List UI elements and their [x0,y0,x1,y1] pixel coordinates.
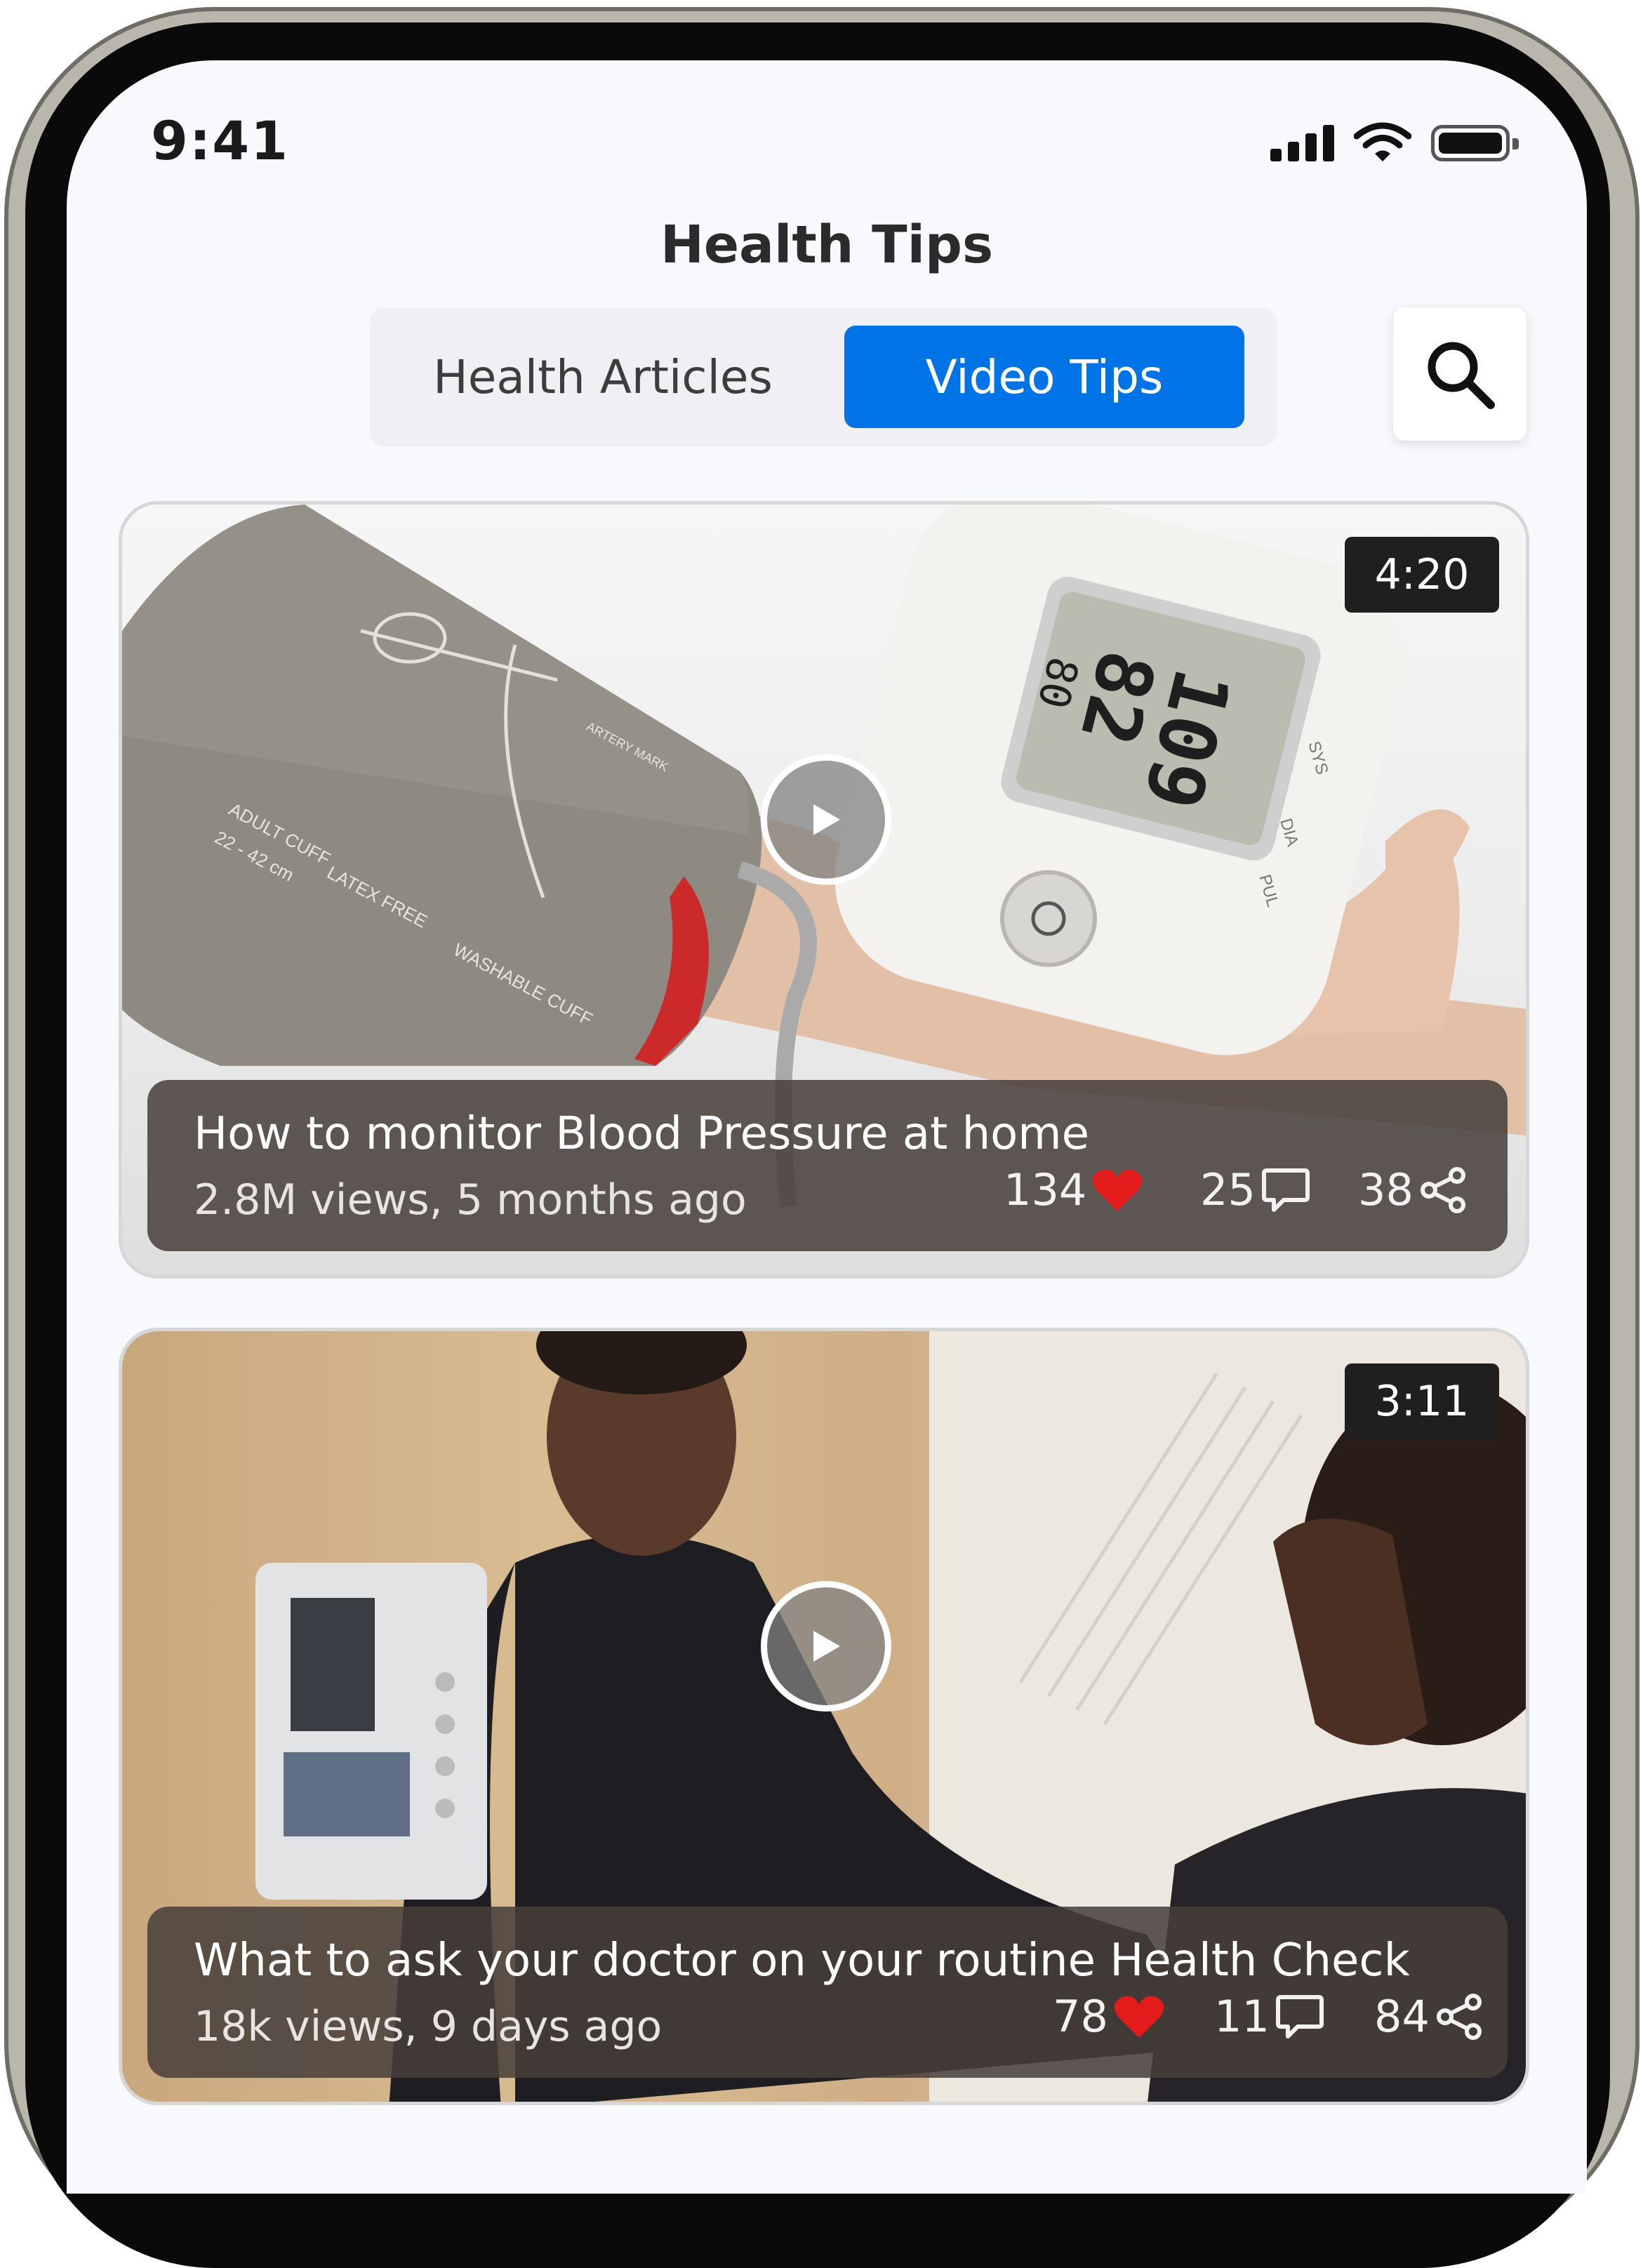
shares-count: 84 [1374,1991,1430,2042]
play-icon [813,1631,840,1662]
tab-video-tips[interactable]: Video Tips [844,326,1244,428]
comments-button[interactable]: 25 [1200,1164,1310,1215]
play-button[interactable] [761,1581,891,1712]
video-title: What to ask your doctor on your routine … [194,1935,1410,1987]
video-info-bar: How to monitor Blood Pressure at home 2.… [147,1080,1508,1251]
likes-button[interactable]: 78 [1053,1991,1164,2042]
tab-health-articles[interactable]: Health Articles [385,326,820,428]
share-icon [1420,1166,1465,1213]
search-button[interactable] [1393,307,1526,441]
video-info-bar: What to ask your doctor on your routine … [147,1907,1508,2078]
video-title: How to monitor Blood Pressure at home [194,1108,1089,1160]
page-title: Health Tips [660,215,994,275]
likes-count: 134 [1004,1164,1087,1215]
video-card-health-check[interactable]: 3:11 What to ask your doctor on your rou… [119,1328,1529,2105]
comments-count: 11 [1214,1991,1270,2042]
video-meta: 2.8M views, 5 months ago [194,1175,747,1225]
share-icon [1436,1993,1482,2040]
shares-count: 38 [1358,1164,1413,1215]
heart-icon [1114,1995,1164,2038]
app-screen: 9:41 Health Tips Health Articles Video T… [67,60,1587,2194]
status-icons [1270,122,1519,161]
play-icon [813,804,840,835]
status-time: 9:41 [151,109,290,172]
heart-icon [1093,1168,1143,1211]
video-meta: 18k views, 9 days ago [194,2002,663,2051]
battery-icon [1431,125,1519,161]
comment-icon [1261,1168,1310,1212]
video-duration-badge: 4:20 [1345,537,1499,613]
search-icon [1428,342,1495,409]
wifi-icon [1354,122,1411,161]
share-button[interactable]: 38 [1358,1164,1468,1215]
comment-icon [1275,1994,1324,2039]
video-card-blood-pressure[interactable]: ADULT CUFF 22 - 42 cm LATEX FREE WASHABL… [119,501,1529,1279]
likes-count: 78 [1053,1991,1108,2042]
tab-switcher: Health Articles Video Tips [370,307,1277,446]
play-button[interactable] [761,754,891,885]
comments-count: 25 [1200,1164,1256,1215]
cellular-signal-icon [1270,125,1334,161]
share-button[interactable]: 84 [1374,1991,1484,2042]
video-duration-badge: 3:11 [1345,1363,1499,1439]
comments-button[interactable]: 11 [1214,1991,1324,2042]
likes-button[interactable]: 134 [1004,1164,1143,1215]
